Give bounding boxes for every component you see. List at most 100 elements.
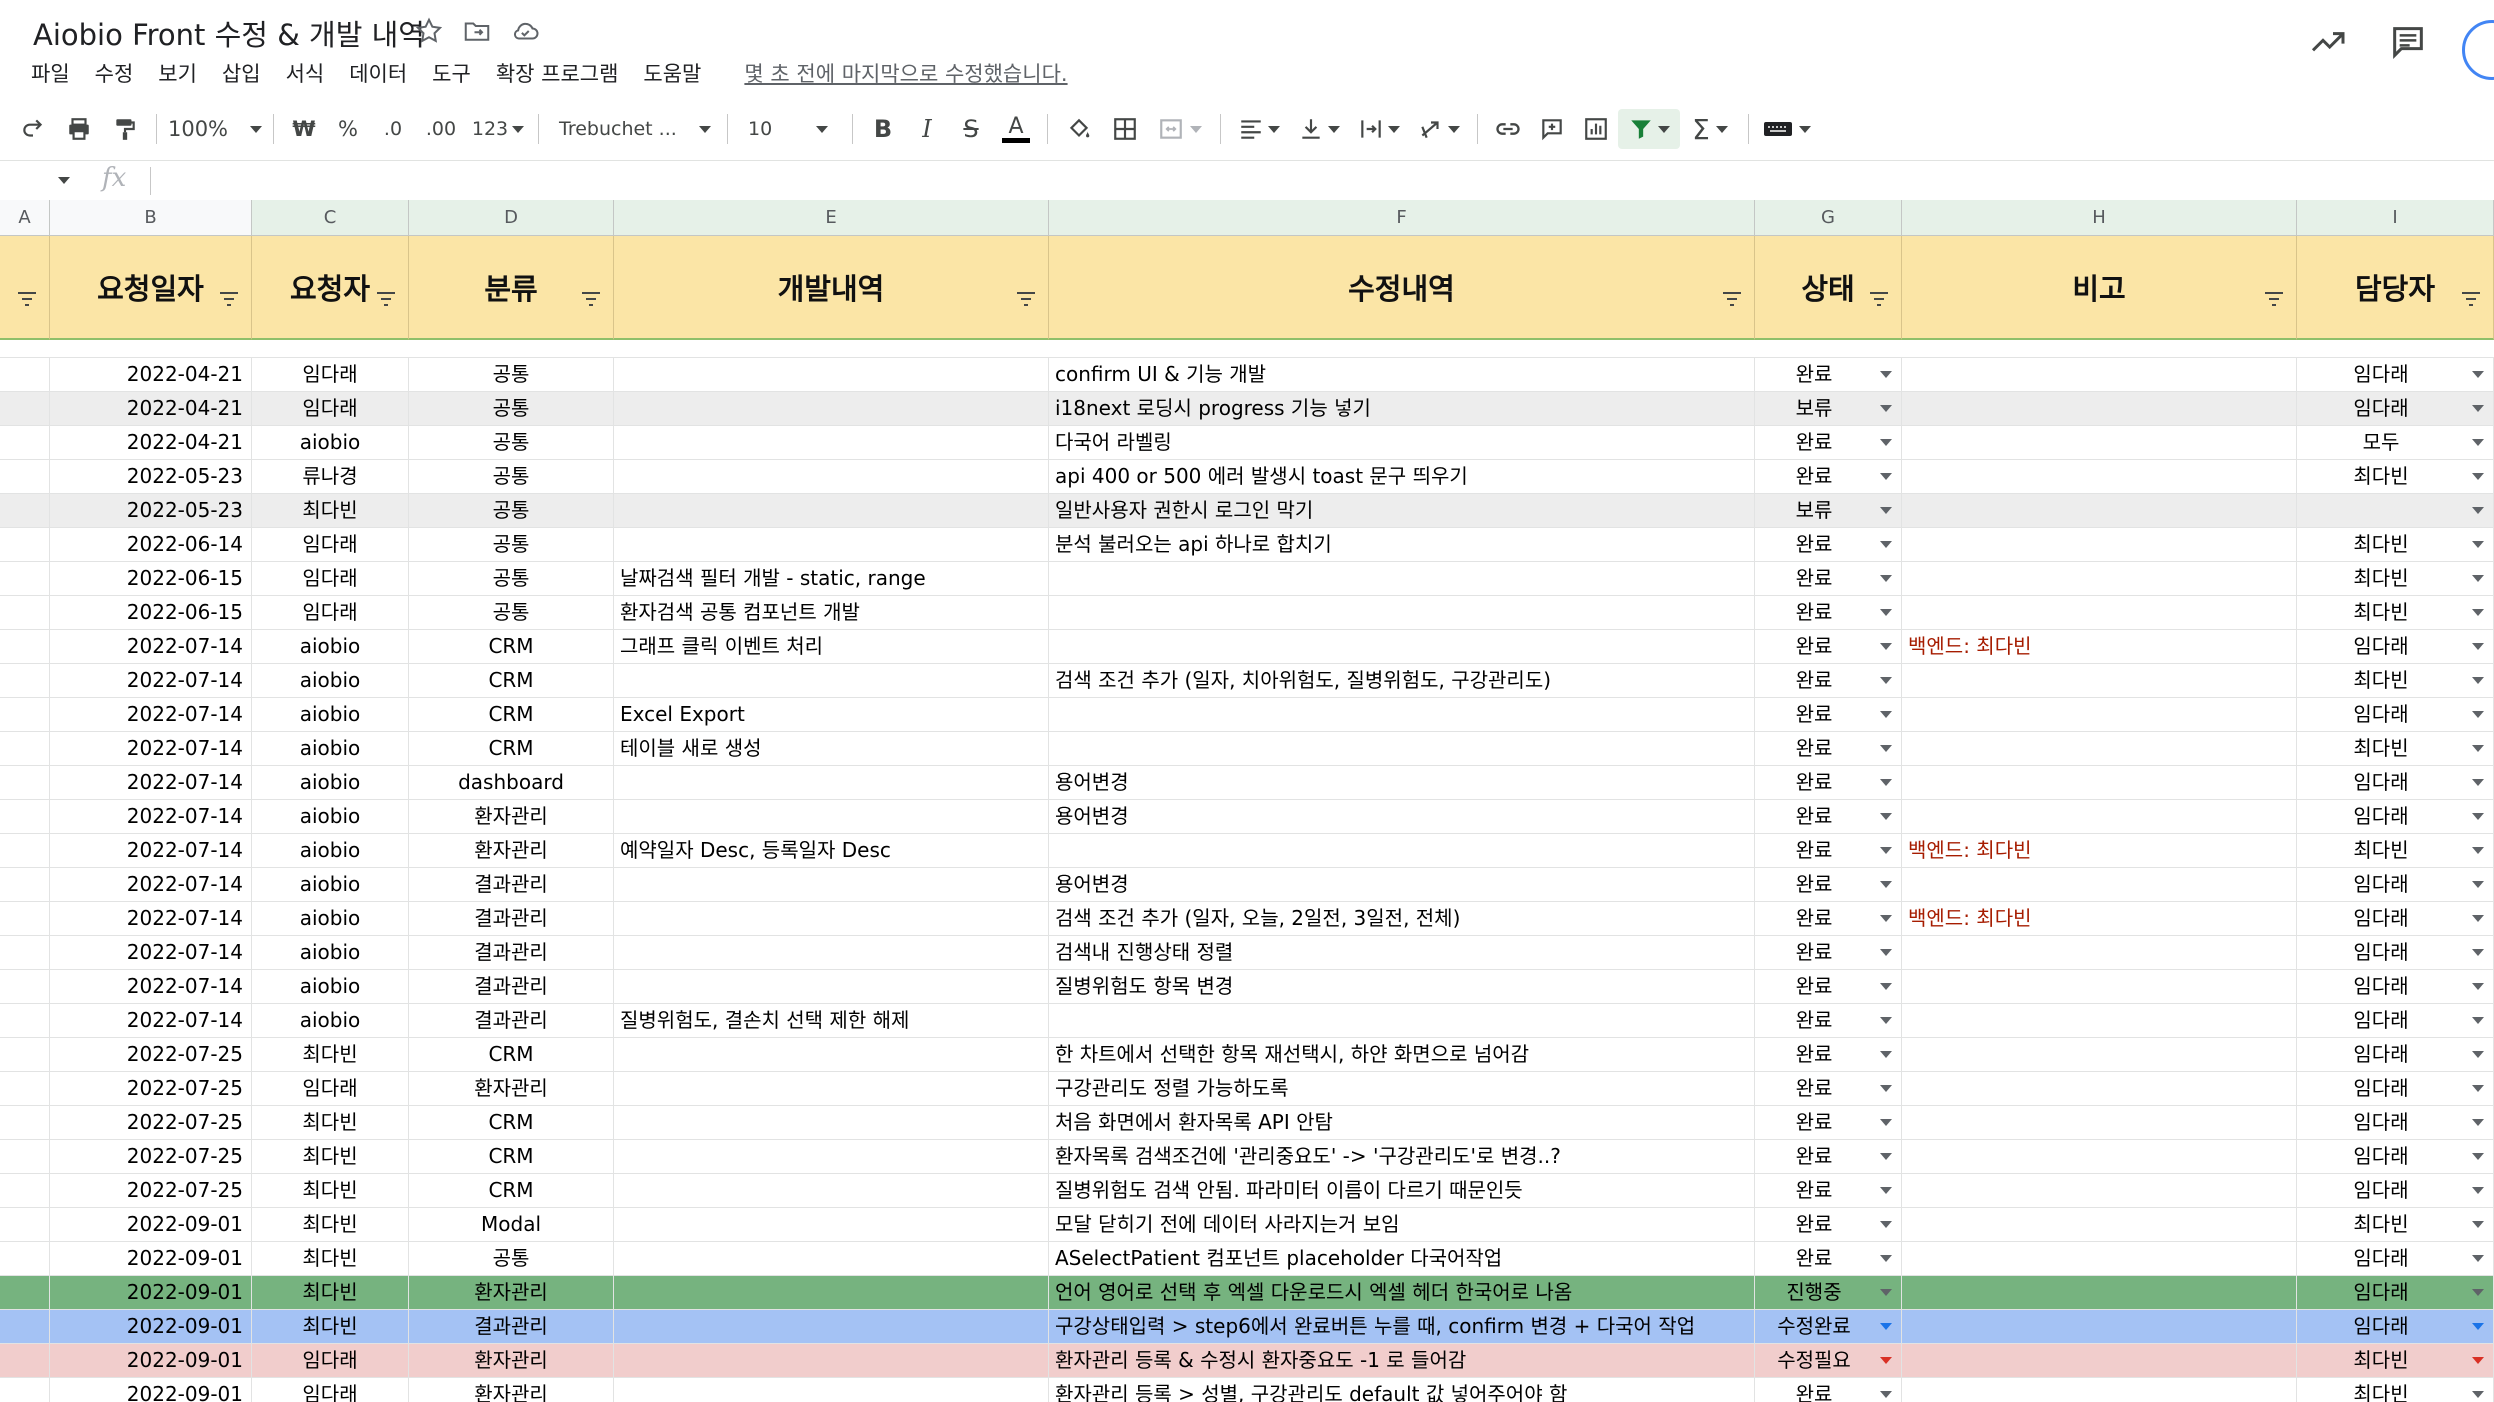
- horizontal-align-icon[interactable]: [1229, 109, 1289, 149]
- cell-fix[interactable]: [1049, 630, 1755, 663]
- cell-fix[interactable]: 처음 화면에서 환자목록 API 안탐: [1049, 1106, 1755, 1139]
- cell-date[interactable]: 2022-09-01: [50, 1378, 252, 1402]
- table-row[interactable]: 2022-06-14 임다래 공통 분석 불러오는 api 하나로 합치기 완료 최다빈: [0, 528, 2494, 562]
- percent-format-button[interactable]: %: [326, 109, 370, 149]
- cell-owner[interactable]: 최다빈: [2297, 1208, 2494, 1241]
- cell-owner[interactable]: 최다빈: [2297, 664, 2494, 697]
- table-row[interactable]: 2022-06-15 임다래 공통 환자검색 공통 컴포넌트 개발 완료 최다빈: [0, 596, 2494, 630]
- cell-date[interactable]: 2022-09-01: [50, 1242, 252, 1275]
- cell-note[interactable]: [1902, 936, 2297, 969]
- row-cell-a[interactable]: [0, 698, 50, 731]
- cell-note[interactable]: [1902, 766, 2297, 799]
- cell-fix[interactable]: ASelectPatient 컴포넌트 placeholder 다국어작업: [1049, 1242, 1755, 1275]
- dropdown-chevron-icon[interactable]: [2472, 949, 2484, 956]
- cell-fix[interactable]: 환자목록 검색조건에 '관리중요도' -> '구강관리도'로 변경..?: [1049, 1140, 1755, 1173]
- cell-date[interactable]: 2022-07-25: [50, 1140, 252, 1173]
- table-row[interactable]: 2022-07-14 aiobio 결과관리 용어변경 완료 임다래: [0, 868, 2494, 902]
- cell-date[interactable]: 2022-07-14: [50, 732, 252, 765]
- cell-req[interactable]: 임다래: [252, 528, 409, 561]
- table-row[interactable]: 2022-07-14 aiobio 결과관리 질병위험도 항목 변경 완료 임다래: [0, 970, 2494, 1004]
- cell-dev[interactable]: 그래프 클릭 이벤트 처리: [614, 630, 1049, 663]
- currency-format-button[interactable]: ₩: [282, 109, 326, 149]
- input-tools-icon[interactable]: [1757, 109, 1817, 149]
- cell-note[interactable]: [1902, 1344, 2297, 1377]
- dropdown-chevron-icon[interactable]: [1880, 1221, 1892, 1228]
- cell-note[interactable]: [1902, 1174, 2297, 1207]
- cell-note[interactable]: 백엔드: 최다빈: [1902, 834, 2297, 867]
- dropdown-chevron-icon[interactable]: [2472, 677, 2484, 684]
- cell-dev[interactable]: [614, 1276, 1049, 1309]
- header-cell-h[interactable]: 비고: [1902, 236, 2297, 340]
- dropdown-chevron-icon[interactable]: [1880, 847, 1892, 854]
- menu-format[interactable]: 서식: [286, 58, 336, 88]
- merge-cells-icon[interactable]: [1148, 109, 1212, 149]
- table-row[interactable]: 2022-04-21 임다래 공통 i18next 로딩시 progress 기능 넣…: [0, 392, 2494, 426]
- cell-owner[interactable]: 임다래: [2297, 1038, 2494, 1071]
- cell-note[interactable]: [1902, 1106, 2297, 1139]
- cell-req[interactable]: aiobio: [252, 698, 409, 731]
- dropdown-chevron-icon[interactable]: [2472, 779, 2484, 786]
- cell-req[interactable]: 최다빈: [252, 1310, 409, 1343]
- dropdown-chevron-icon[interactable]: [1880, 1391, 1892, 1398]
- cell-dev[interactable]: [614, 868, 1049, 901]
- cell-req[interactable]: aiobio: [252, 868, 409, 901]
- cell-cat[interactable]: 공통: [409, 426, 614, 459]
- cell-note[interactable]: [1902, 426, 2297, 459]
- cell-date[interactable]: 2022-09-01: [50, 1310, 252, 1343]
- dropdown-chevron-icon[interactable]: [2472, 1357, 2484, 1364]
- table-row[interactable]: 2022-07-25 최다빈 CRM 처음 화면에서 환자목록 API 안탐 완료 임다래: [0, 1106, 2494, 1140]
- cell-req[interactable]: aiobio: [252, 834, 409, 867]
- cell-req[interactable]: aiobio: [252, 766, 409, 799]
- cell-note[interactable]: [1902, 1276, 2297, 1309]
- cell-cat[interactable]: Modal: [409, 1208, 614, 1241]
- menu-file[interactable]: 파일: [31, 58, 81, 88]
- row-cell-a[interactable]: [0, 596, 50, 629]
- cell-req[interactable]: aiobio: [252, 664, 409, 697]
- cell-fix[interactable]: 모달 닫히기 전에 데이터 사라지는거 보임: [1049, 1208, 1755, 1241]
- cell-dev[interactable]: [614, 1140, 1049, 1173]
- dropdown-chevron-icon[interactable]: [1880, 711, 1892, 718]
- cell-cat[interactable]: CRM: [409, 698, 614, 731]
- cell-date[interactable]: 2022-06-15: [50, 596, 252, 629]
- dropdown-chevron-icon[interactable]: [2472, 1119, 2484, 1126]
- table-row[interactable]: 2022-07-25 임다래 환자관리 구강관리도 정렬 가능하도록 완료 임다래: [0, 1072, 2494, 1106]
- cell-cat[interactable]: CRM: [409, 732, 614, 765]
- cell-fix[interactable]: [1049, 698, 1755, 731]
- dropdown-chevron-icon[interactable]: [2472, 847, 2484, 854]
- cell-dev[interactable]: 날짜검색 필터 개발 - static, range: [614, 562, 1049, 595]
- cell-owner[interactable]: 최다빈: [2297, 732, 2494, 765]
- cell-req[interactable]: aiobio: [252, 936, 409, 969]
- cell-date[interactable]: 2022-07-14: [50, 902, 252, 935]
- table-row[interactable]: 2022-07-25 최다빈 CRM 환자목록 검색조건에 '관리중요도' -> '구…: [0, 1140, 2494, 1174]
- cell-note[interactable]: [1902, 732, 2297, 765]
- dropdown-chevron-icon[interactable]: [1880, 1187, 1892, 1194]
- vertical-align-icon[interactable]: [1289, 109, 1349, 149]
- column-header-f[interactable]: F: [1049, 200, 1755, 236]
- dropdown-chevron-icon[interactable]: [1880, 1323, 1892, 1330]
- row-cell-a[interactable]: [0, 766, 50, 799]
- dropdown-chevron-icon[interactable]: [2472, 507, 2484, 514]
- cell-owner[interactable]: 임다래: [2297, 630, 2494, 663]
- table-row[interactable]: 2022-07-14 aiobio 결과관리 질병위험도, 결손치 선택 제한 해제 완…: [0, 1004, 2494, 1038]
- dropdown-chevron-icon[interactable]: [2472, 1255, 2484, 1262]
- dropdown-chevron-icon[interactable]: [2472, 439, 2484, 446]
- row-cell-a[interactable]: [0, 392, 50, 425]
- cell-date[interactable]: 2022-07-25: [50, 1174, 252, 1207]
- cell-note[interactable]: [1902, 358, 2297, 391]
- row-cell-a[interactable]: [0, 1344, 50, 1377]
- cell-fix[interactable]: [1049, 1004, 1755, 1037]
- dropdown-chevron-icon[interactable]: [1880, 915, 1892, 922]
- cell-owner[interactable]: 임다래: [2297, 970, 2494, 1003]
- cell-fix[interactable]: [1049, 596, 1755, 629]
- cell-req[interactable]: 임다래: [252, 562, 409, 595]
- cell-owner[interactable]: 임다래: [2297, 1242, 2494, 1275]
- header-cell-g[interactable]: 상태: [1755, 236, 1902, 340]
- cell-note[interactable]: [1902, 970, 2297, 1003]
- filter-icon[interactable]: [376, 280, 396, 306]
- cell-date[interactable]: 2022-09-01: [50, 1344, 252, 1377]
- cell-owner[interactable]: 임다래: [2297, 936, 2494, 969]
- dropdown-chevron-icon[interactable]: [1880, 405, 1892, 412]
- cell-fix[interactable]: 언어 영어로 선택 후 엑셀 다운로드시 엑셀 헤더 한국어로 나옴: [1049, 1276, 1755, 1309]
- cell-dev[interactable]: [614, 426, 1049, 459]
- cell-req[interactable]: aiobio: [252, 732, 409, 765]
